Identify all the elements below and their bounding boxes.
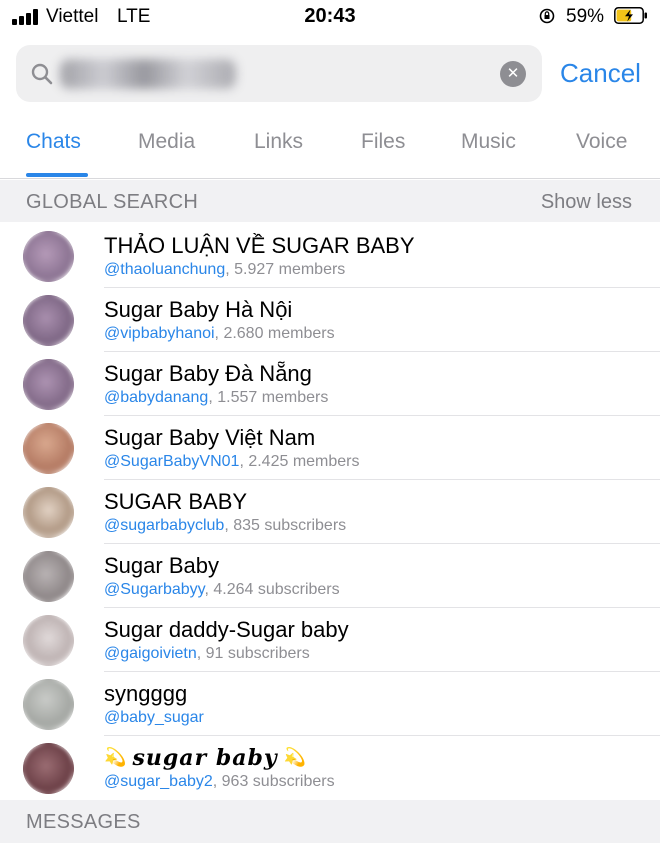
chat-subtitle: @sugarbabyclub, 835 subscribers [104,517,346,535]
battery-percent: 59% [566,6,605,27]
battery-charging-icon [614,7,647,24]
result-row[interactable]: Sugar daddy-Sugar baby @gaigoivietn, 91 … [0,608,660,672]
chat-title-text: sugar baby [132,745,278,771]
orientation-lock-icon [539,8,555,24]
member-count: , 91 subscribers [196,645,310,662]
chat-subtitle: @SugarBabyVN01, 2.425 members [104,453,360,471]
chat-subtitle: @babydanang, 1.557 members [104,389,328,407]
member-count: , 2.425 members [239,453,360,470]
avatar [23,551,74,602]
avatar [23,423,74,474]
tab-voice[interactable]: Voice [576,130,627,154]
chat-title: 💫 sugar baby 💫 [104,745,306,771]
sparkle-emoji-icon: 💫 [283,747,307,767]
member-count: , 5.927 members [225,261,346,278]
chat-title: Sugar Baby [104,553,219,578]
avatar [23,231,74,282]
tab-media[interactable]: Media [138,130,195,154]
chat-title: Sugar daddy-Sugar baby [104,617,349,642]
tab-links[interactable]: Links [254,130,303,154]
chat-handle[interactable]: @vipbabyhanoi [104,325,215,342]
chat-handle[interactable]: @baby_sugar [104,709,204,726]
avatar [23,487,74,538]
section-title: GLOBAL SEARCH [26,191,199,213]
tab-files[interactable]: Files [361,130,405,154]
chat-handle[interactable]: @SugarBabyVN01 [104,453,239,470]
tab-chats[interactable]: Chats [26,130,81,154]
result-row[interactable]: Sugar Baby @Sugarbabyy, 4.264 subscriber… [0,544,660,608]
sparkle-emoji-icon: 💫 [104,747,127,767]
chat-title: syngggg [104,681,188,706]
chat-handle[interactable]: @babydanang [104,389,208,406]
avatar [23,359,74,410]
result-row[interactable]: syngggg @baby_sugar [0,672,660,736]
show-less-button[interactable]: Show less [541,191,632,214]
status-bar: Viettel LTE 20:43 59% [0,0,660,36]
member-count: , 2.680 members [214,325,335,342]
section-title: MESSAGES [26,811,141,833]
chat-handle[interactable]: @sugar_baby2 [104,773,213,790]
filter-tabs: Chats Media Links Files Music Voice [0,112,660,178]
active-tab-indicator [26,173,88,177]
chat-handle[interactable]: @thaoluanchung [104,261,225,278]
clear-icon[interactable]: ✕ [500,61,526,87]
chat-title: Sugar Baby Hà Nội [104,297,293,322]
chat-title: Sugar Baby Đà Nẵng [104,361,312,386]
member-count: , 835 subscribers [224,517,347,534]
member-count: , 963 subscribers [212,773,335,790]
chat-subtitle: @Sugarbabyy, 4.264 subscribers [104,581,340,599]
global-search-header: GLOBAL SEARCH Show less [0,180,660,222]
chat-title: THẢO LUẬN VỀ SUGAR BABY [104,233,415,258]
chat-subtitle: @vipbabyhanoi, 2.680 members [104,325,335,343]
result-row[interactable]: SUGAR BABY @sugarbabyclub, 835 subscribe… [0,480,660,544]
avatar [23,295,74,346]
chat-subtitle: @gaigoivietn, 91 subscribers [104,645,310,663]
result-row[interactable]: THẢO LUẬN VỀ SUGAR BABY @thaoluanchung, … [0,224,660,288]
chat-handle[interactable]: @Sugarbabyy [104,581,204,598]
chat-handle[interactable]: @gaigoivietn [104,645,197,662]
tab-music[interactable]: Music [461,130,516,154]
search-field[interactable]: ✕ [16,45,542,102]
messages-header: MESSAGES [0,800,660,843]
divider [0,178,660,179]
avatar [23,615,74,666]
search-icon [31,63,53,85]
chat-title: SUGAR BABY [104,489,248,514]
result-row[interactable]: Sugar Baby Hà Nội @vipbabyhanoi, 2.680 m… [0,288,660,352]
chat-handle[interactable]: @sugarbabyclub [104,517,224,534]
cancel-button[interactable]: Cancel [560,58,641,89]
avatar [23,679,74,730]
chat-subtitle: @baby_sugar [104,709,204,727]
chat-subtitle: @sugar_baby2, 963 subscribers [104,773,335,791]
avatar [23,743,74,794]
blurred-search-query [60,59,236,89]
chat-subtitle: @thaoluanchung, 5.927 members [104,261,345,279]
result-row[interactable]: Sugar Baby Đà Nẵng @babydanang, 1.557 me… [0,352,660,416]
result-row[interactable]: 💫 sugar baby 💫 @sugar_baby2, 963 subscri… [0,736,660,800]
chat-title: Sugar Baby Việt Nam [104,425,316,450]
global-search-results: THẢO LUẬN VỀ SUGAR BABY @thaoluanchung, … [0,224,660,800]
member-count: , 4.264 subscribers [204,581,340,598]
member-count: , 1.557 members [208,389,329,406]
result-row[interactable]: Sugar Baby Việt Nam @SugarBabyVN01, 2.42… [0,416,660,480]
status-time: 20:43 [304,5,356,27]
